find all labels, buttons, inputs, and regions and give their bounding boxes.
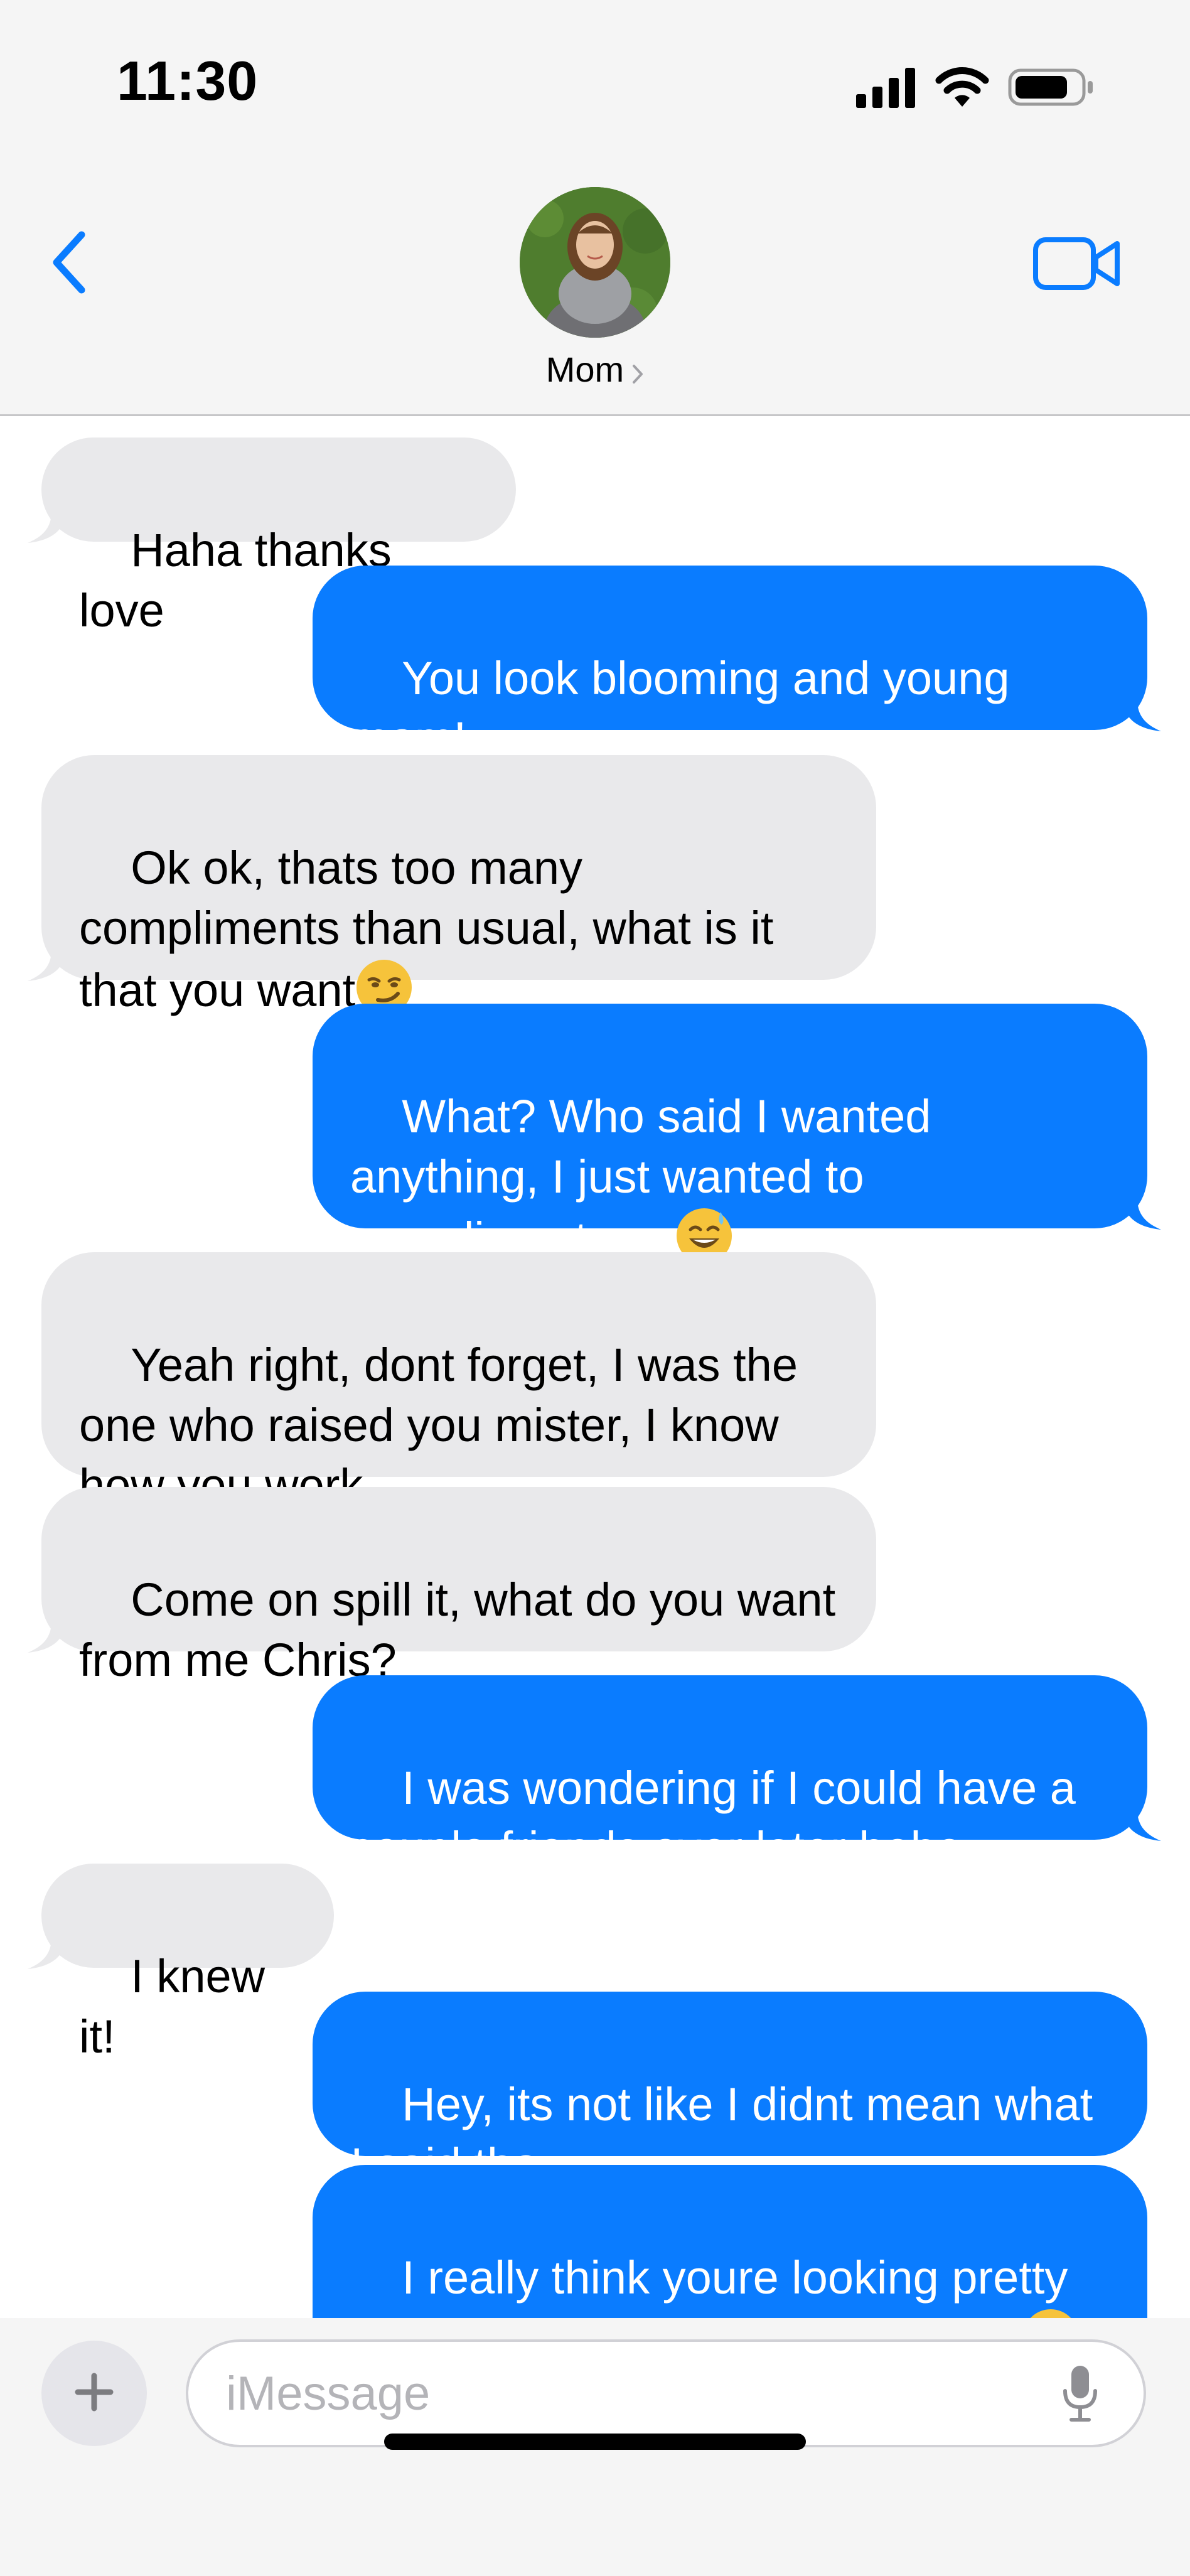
message-bubble-outgoing[interactable]: What? Who said I wanted anything, I just… [313, 1004, 1161, 1265]
dictation-button[interactable] [1052, 2364, 1108, 2425]
bubble-tail [1123, 700, 1161, 731]
message-text: I really think youre looking pretty youn… [350, 2251, 1068, 2318]
message-thread[interactable]: Haha thanks love You look blooming and y… [0, 416, 1190, 2318]
bubble-tail [1123, 1198, 1161, 1230]
video-call-button[interactable] [1027, 227, 1127, 303]
battery-icon [1008, 67, 1096, 111]
cellular-signal-icon [856, 67, 916, 111]
back-button[interactable] [38, 220, 100, 308]
conversation-header: 11:30 Mom [0, 0, 1190, 416]
message-text: Ok ok, thats too many compliments than u… [79, 842, 786, 1016]
status-time: 11:30 [117, 50, 259, 112]
message-bubble-incoming[interactable]: Ok ok, thats too many compliments than u… [28, 755, 876, 1016]
message-bubble-incoming[interactable]: Yeah right, dont forget, I was the one w… [41, 1252, 876, 1511]
video-camera-icon [1033, 233, 1121, 297]
message-input[interactable] [226, 2342, 1042, 2445]
microphone-icon [1061, 2363, 1099, 2427]
message-bubble-incoming[interactable]: Come on spill it, what do you want from … [28, 1487, 876, 1686]
plus-icon [74, 2372, 114, 2415]
message-bubble-outgoing[interactable]: I was wondering if I could have a couple… [313, 1675, 1161, 1874]
message-text: What? Who said I wanted anything, I just… [350, 1090, 945, 1265]
home-indicator[interactable] [384, 2434, 806, 2450]
message-bubble-incoming[interactable]: Haha thanks love [28, 437, 516, 636]
message-text: Yeah right, dont forget, I was the one w… [79, 1339, 811, 1511]
wifi-icon [935, 67, 989, 111]
message-text: Come on spill it, what do you want from … [79, 1574, 849, 1686]
contact-name: Mom [545, 350, 624, 389]
smiling-face-emoji [1022, 2308, 1080, 2318]
bubble-tail [28, 512, 65, 543]
bubble-tail [28, 1621, 65, 1653]
bubble-tail [1123, 1810, 1161, 1841]
contact-name-button[interactable]: Mom [0, 349, 1190, 393]
message-text: I was wondering if I could have a couple… [350, 1762, 1089, 1874]
bubble-tail [28, 1938, 65, 1969]
contact-avatar[interactable] [520, 187, 670, 338]
chevron-right-icon [631, 352, 644, 393]
message-text: I knew it! [79, 1950, 278, 2063]
apps-plus-button[interactable] [41, 2341, 147, 2446]
chevron-left-icon [49, 230, 89, 298]
message-bubble-outgoing[interactable]: Hey, its not like I didnt mean what I sa… [313, 1992, 1147, 2191]
status-icons [856, 60, 1096, 117]
bubble-tail [28, 950, 65, 981]
message-bubble-incoming[interactable]: I knew it! [28, 1864, 334, 2063]
message-bubble-outgoing[interactable]: You look blooming and young mom! [313, 566, 1161, 765]
message-composer [0, 2318, 1190, 2576]
message-field[interactable] [186, 2339, 1146, 2447]
message-text: You look blooming and young mom! [350, 652, 1023, 765]
message-bubble-outgoing[interactable]: I really think youre looking pretty youn… [313, 2165, 1147, 2318]
